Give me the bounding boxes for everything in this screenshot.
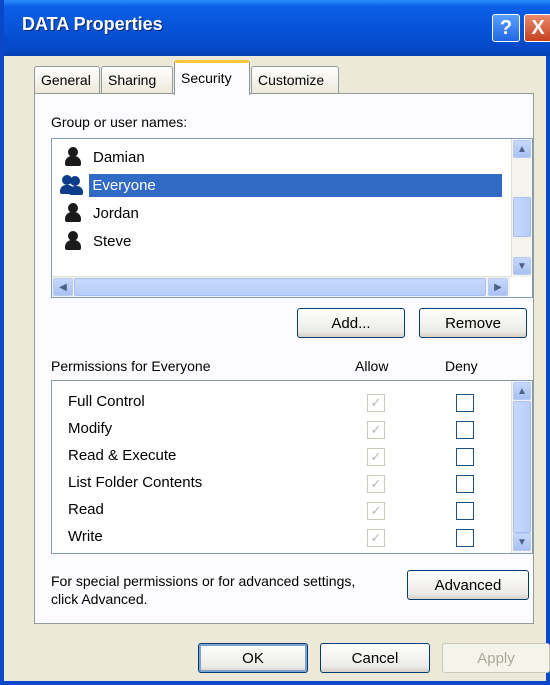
deny-checkbox[interactable] [456,529,474,547]
user-icon [64,147,84,167]
tab-sharing[interactable]: Sharing [101,66,173,94]
group-icon [60,174,85,196]
scroll-thumb[interactable] [513,197,531,237]
deny-checkbox[interactable] [456,448,474,466]
help-button[interactable]: ? [492,14,520,42]
deny-checkbox[interactable] [456,475,474,493]
list-item-damian[interactable]: Damian [52,143,502,171]
permission-row: List Folder Contents ✓ [52,470,512,497]
remove-button[interactable]: Remove [419,308,527,338]
list-item-everyone[interactable]: Everyone [52,171,502,199]
scroll-up-arrow-icon[interactable]: ▲ [513,140,531,158]
user-list[interactable]: Damian Everyone Jordan Steve ▲ ▼ ◀ ▶ [51,138,533,298]
tab-security[interactable]: Security [174,60,250,95]
permission-row: Full Control ✓ [52,389,512,416]
ok-button[interactable]: OK [198,643,308,673]
advanced-description: For special permissions or for advanced … [51,573,356,607]
user-list-vertical-scrollbar[interactable]: ▲ ▼ [511,139,532,277]
permission-row: Read & Execute ✓ [52,443,512,470]
window-title: DATA Properties [22,14,163,34]
add-button[interactable]: Add... [297,308,405,338]
apply-button[interactable]: Apply [442,643,550,673]
cancel-button[interactable]: Cancel [320,643,430,673]
scroll-thumb[interactable] [513,401,531,533]
user-list-horizontal-scrollbar[interactable]: ◀ ▶ [52,276,510,297]
user-icon [64,203,84,223]
advanced-button[interactable]: Advanced [407,570,529,600]
tab-general[interactable]: General [34,66,100,94]
allow-checkbox: ✓ [367,475,385,493]
scroll-down-arrow-icon[interactable]: ▼ [513,533,531,551]
permission-row: Write ✓ [52,524,512,551]
scroll-thumb[interactable] [74,278,486,296]
scroll-left-arrow-icon[interactable]: ◀ [53,278,73,296]
title-bar[interactable]: DATA Properties ? X [4,0,550,56]
allow-checkbox: ✓ [367,448,385,466]
scroll-down-arrow-icon[interactable]: ▼ [513,257,531,275]
permission-row: Modify ✓ [52,416,512,443]
deny-checkbox[interactable] [456,421,474,439]
allow-header: Allow [355,358,389,374]
deny-checkbox[interactable] [456,394,474,412]
permissions-vertical-scrollbar[interactable]: ▲ ▼ [511,381,532,553]
properties-dialog: DATA Properties ? X General Sharing Secu… [0,0,550,685]
scroll-up-arrow-icon[interactable]: ▲ [513,382,531,400]
security-panel: Group or user names: Damian Everyone Jor… [34,93,534,624]
tab-customize[interactable]: Customize [251,66,339,94]
close-button[interactable]: X [524,14,550,42]
permission-row: Read ✓ [52,497,512,524]
allow-checkbox: ✓ [367,529,385,547]
scroll-right-arrow-icon[interactable]: ▶ [488,278,508,296]
list-item-steve[interactable]: Steve [52,227,502,255]
user-icon [64,231,84,251]
list-item-jordan[interactable]: Jordan [52,199,502,227]
permissions-for-label: Permissions for Everyone [51,358,211,374]
group-or-user-names-label: Group or user names: [51,114,188,130]
allow-checkbox: ✓ [367,394,385,412]
allow-checkbox: ✓ [367,502,385,520]
allow-checkbox: ✓ [367,421,385,439]
deny-header: Deny [445,358,478,374]
deny-checkbox[interactable] [456,502,474,520]
permissions-list[interactable]: Full Control ✓ Modify ✓ Read & Execute ✓… [51,380,533,554]
